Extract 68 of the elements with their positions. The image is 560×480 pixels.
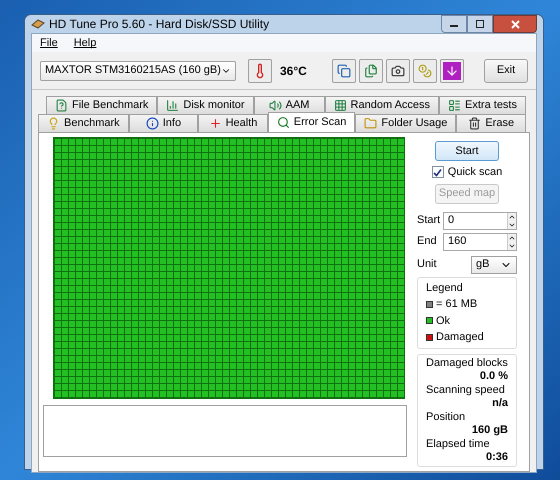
stat-value: 0.0 % [480,370,508,382]
coins-icon [418,64,432,78]
window-title: HD Tune Pro 5.60 - Hard Disk/SSD Utility [49,16,270,33]
tab[interactable]: Erase [456,114,526,132]
temperature-button[interactable] [248,58,272,82]
checkbox[interactable] [432,166,444,178]
spin-buttons[interactable] [507,212,516,228]
tab[interactable]: Disk monitor [157,96,254,114]
magnifier-icon [276,116,290,129]
tab[interactable]: Health [198,114,268,132]
tab[interactable]: AAM [254,96,325,114]
legend-title: Legend [426,280,464,296]
legend-label: = 61 MB [436,297,478,312]
tab[interactable]: Error Scan [268,112,356,132]
start-input[interactable]: 0 [444,212,496,229]
end-input[interactable]: 160 [444,233,496,250]
checkbox-label: Quick scan [448,165,502,180]
window-list-icon [448,99,462,112]
stat-label: Damaged blocks [426,356,508,370]
stat-value: 160 gB [472,424,508,436]
tab[interactable]: File Benchmark [46,96,158,114]
stat-value: n/a [492,396,508,410]
copy-icon [337,64,351,78]
speaker-icon [268,99,282,112]
drive-dropdown[interactable]: MAXTOR STM3160215AS (160 gB) [40,60,236,80]
lightbulb-icon [47,117,60,130]
temperature-reading: 36°C [280,62,307,80]
field-label: Start [417,213,439,228]
maximize-button[interactable] [467,15,493,33]
number-field[interactable]: 0 [443,212,517,230]
menu-item[interactable]: Help [74,34,96,52]
tab[interactable]: Benchmark [38,114,129,132]
spin-buttons[interactable] [507,234,516,250]
toolbar-button[interactable] [332,58,356,82]
field-label: End [417,234,438,250]
camera-icon [391,64,405,78]
toolbar-button[interactable] [386,58,410,82]
stat-label: Scanning speed [426,384,506,396]
file-question-icon [55,99,68,112]
copy-icon [364,64,378,78]
dots-grid-icon [334,99,347,112]
folder-icon [364,117,378,130]
menu-item[interactable]: File [40,34,58,52]
stat-value: 0:36 [486,450,508,464]
legend-label: Ok [436,314,450,328]
drive-name: MAXTOR STM3160215AS (160 gB) [45,63,221,78]
save-button[interactable] [440,58,464,82]
field-label: Unit [417,257,437,272]
stat-label: Elapsed time [426,438,491,450]
legend-label: Damaged [436,330,484,345]
maximize-icon [476,20,484,28]
tab[interactable]: Info [128,114,198,132]
info-icon [146,117,159,130]
tab[interactable]: Random Access [324,96,440,114]
tab[interactable]: Folder Usage [355,114,456,132]
exit-button[interactable]: Exit [484,58,528,82]
number-field[interactable]: 160 [443,232,517,250]
minimize-button[interactable] [441,15,467,33]
close-button[interactable] [493,15,537,33]
stat-label: Position [426,410,466,424]
unit-dropdown[interactable]: gB [471,256,517,274]
plus-icon [208,117,222,130]
bar-chart-icon [166,99,180,112]
close-icon [510,20,520,28]
trash-icon [468,117,482,130]
start-button[interactable]: Start [435,141,499,161]
unit-value: gB [476,257,490,272]
tab[interactable]: Extra tests [439,96,526,114]
